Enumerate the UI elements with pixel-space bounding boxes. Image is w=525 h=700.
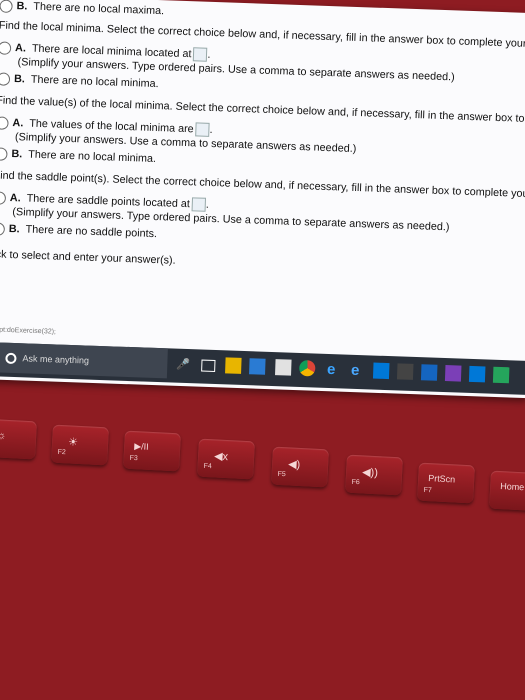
key-symbol: ▶/II [133,441,149,452]
key-label: F7 [423,486,432,495]
f2-key[interactable]: ☀ F2 [51,424,109,466]
f7-prtscn-key[interactable]: PrtScn F7 [417,462,475,504]
key-label: F4 [203,462,212,471]
key-symbol: Home [499,481,525,493]
instruction-text: lick to select and enter your answer(s). [0,248,176,267]
key-symbol: ◀) [287,458,301,472]
laptop-screen: B. There are no local maxima. Find the l… [0,0,525,399]
key-label: F3 [129,454,138,463]
key-symbol: ◀x [213,450,229,464]
option-text: There are no local minima. [28,148,157,166]
radio-button[interactable] [0,221,6,236]
search-placeholder: Ask me anything [22,353,90,366]
folder-icon[interactable] [225,357,242,374]
store-bag-icon[interactable] [372,362,390,380]
question-panel: B. There are no local maxima. Find the l… [0,0,525,279]
f3-key[interactable]: ▶/II F3 [123,430,181,472]
ie-icon[interactable]: e [347,361,364,378]
key-symbol: ☀ [67,436,79,449]
option-letter: B. [11,147,23,161]
mic-icon[interactable]: 🎤 [175,356,192,373]
radio-button[interactable] [0,71,11,86]
option-text: There are no local maxima. [33,0,165,18]
f6-key[interactable]: ◀)) F6 [345,454,403,496]
key-symbol: PrtScn [427,473,456,485]
edge-icon[interactable]: e [323,360,340,377]
word-icon[interactable] [444,365,462,382]
laptop-keyboard: ☼ F1 ☀ F2 ▶/II F3 ◀x F4 ◀) F5 ◀)) F6 Prt… [0,400,525,700]
answer-box[interactable] [193,47,208,62]
option-text: There are no saddle points. [25,223,158,241]
key-label: F6 [351,478,360,487]
onenote-icon[interactable] [420,364,438,381]
chrome-icon[interactable] [299,359,316,377]
radio-button[interactable] [0,146,8,161]
key-symbol: ◀)) [361,466,379,480]
f1-key[interactable]: ☼ F1 [0,418,37,460]
key-label: F5 [277,470,286,479]
radio-button[interactable] [0,40,12,55]
cortana-search-box[interactable]: Ask me anything [0,342,168,379]
radio-button[interactable] [0,0,13,13]
radio-button[interactable] [0,115,9,130]
settings-icon[interactable] [468,365,486,383]
answer-box[interactable] [195,122,210,137]
option-letter: B. [8,222,20,236]
answer-box[interactable] [191,197,207,212]
option-letter: A. [12,117,24,130]
cortana-icon[interactable] [5,352,17,364]
tray-icon[interactable] [492,366,510,384]
option-letter: B. [13,73,26,86]
task-view-icon[interactable] [201,359,216,373]
f4-key[interactable]: ◀x F4 [197,438,255,480]
f5-key[interactable]: ◀) F5 [271,446,329,488]
radio-button[interactable] [0,190,7,205]
option-letter: A. [14,42,27,55]
status-link: script:doExercise(32); [0,326,57,336]
option-text: There are no local minima. [30,73,159,91]
option-letter: B. [16,0,28,13]
key-label: F2 [57,448,66,457]
key-symbol: ☼ [0,429,7,442]
photos-icon[interactable] [396,363,414,380]
home-key[interactable]: Home [489,470,525,512]
store-icon[interactable] [249,358,266,375]
option-letter: A. [9,191,21,205]
document-icon[interactable] [275,359,292,376]
